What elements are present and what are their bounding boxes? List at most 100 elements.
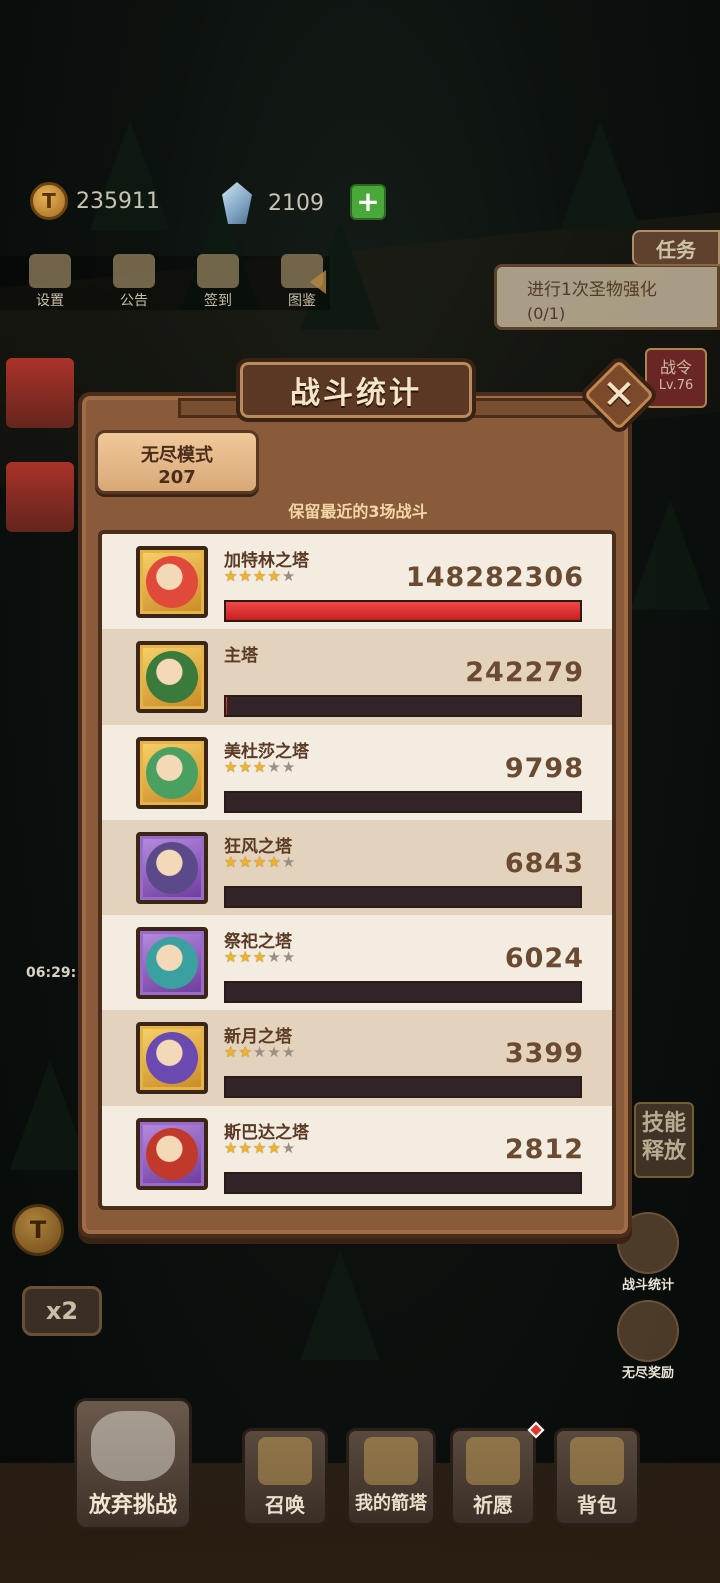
star-icon: ★ [267, 1138, 281, 1157]
checkin-label: 签到 [204, 293, 232, 309]
tower-damage-value: 3399 [504, 1038, 584, 1070]
gear-icon [29, 254, 71, 288]
coin-shop-icon[interactable]: T [12, 1204, 64, 1256]
star-icon: ★ [238, 1043, 252, 1062]
checkin-button[interactable]: 签到 [190, 254, 246, 310]
summon-label: 召唤 [265, 1493, 305, 1517]
star-icon: ★ [224, 852, 238, 871]
star-icon: ★ [281, 757, 296, 776]
star-icon: ★ [238, 757, 252, 776]
damage-bar [224, 885, 582, 908]
tower-damage-value: 2812 [504, 1133, 584, 1165]
star-icon: ★ [252, 948, 267, 967]
give-up-label: 放弃挑战 [88, 1493, 177, 1518]
my-towers-button[interactable]: 我的箭塔 [346, 1428, 436, 1526]
tower-damage-value: 148282306 [405, 562, 584, 593]
white-flag-icon [91, 1411, 175, 1481]
tower-row: 斯巴达之塔 ★ ★ ★ ★ ★ 2812 [102, 1105, 612, 1202]
tower-portrait-image [146, 556, 198, 608]
quill-icon [197, 254, 239, 288]
quest-text: 进行1次圣物强化 [527, 280, 657, 300]
close-icon[interactable]: ✕ [590, 366, 648, 424]
mode-wave: 207 [158, 467, 196, 488]
tower-damage-value: 9798 [504, 752, 584, 784]
tower-star-rating: ★ ★ ★ ★ ★ [224, 854, 295, 870]
announcement-label: 公告 [120, 293, 148, 309]
collapse-arrow-icon[interactable] [310, 270, 326, 294]
star-icon: ★ [281, 948, 296, 967]
coin-counter: T 235911 [30, 182, 160, 220]
damage-bar [224, 695, 582, 718]
tower-row: 祭祀之塔 ★ ★ ★ ★ ★ 6024 [102, 915, 612, 1011]
damage-bar [224, 1171, 582, 1194]
pray-button[interactable]: 祈愿 [450, 1428, 536, 1526]
tower-star-rating: ★ ★ ★ ★ ★ [224, 1140, 295, 1156]
give-up-button[interactable]: 放弃挑战 [74, 1398, 192, 1530]
quest-tab[interactable]: 任务 [632, 230, 720, 266]
bag-label: 背包 [577, 1493, 617, 1517]
endless-reward-button[interactable]: 无尽奖励 [612, 1300, 684, 1381]
tower-portrait-image [146, 937, 198, 990]
settings-button[interactable]: 设置 [22, 254, 78, 310]
star-icon: ★ [238, 567, 252, 585]
tower-star-rating: ★ ★ ★ ★ ★ [224, 568, 295, 584]
star-icon [466, 1437, 520, 1485]
tower-portrait-image [146, 651, 198, 704]
quest-panel[interactable]: 进行1次圣物强化 (0/1) [494, 264, 720, 330]
modal-title: 战斗统计 [290, 376, 422, 411]
tower-name: 主塔 [224, 646, 258, 667]
tower-portrait-image [146, 1032, 198, 1085]
damage-bar-fill [226, 602, 580, 620]
star-icon: ★ [267, 1043, 281, 1062]
star-icon: ★ [252, 567, 267, 585]
star-icon: ★ [252, 1138, 267, 1157]
add-gems-button[interactable]: + [350, 184, 386, 220]
pray-label: 祈愿 [473, 1493, 513, 1517]
tower-row: 狂风之塔 ★ ★ ★ ★ ★ 6843 [102, 819, 612, 916]
gem-icon [222, 182, 252, 224]
damage-bar [224, 981, 582, 1004]
scroll-icon [258, 1437, 312, 1485]
star-icon: ★ [281, 567, 296, 585]
my-towers-label: 我的箭塔 [355, 1493, 427, 1514]
tower-star-rating: ★ ★ ★ ★ ★ [224, 1044, 295, 1060]
star-icon: ★ [267, 948, 281, 967]
summon-button[interactable]: 召唤 [242, 1428, 328, 1526]
tower-row: 主塔 242279 [102, 629, 612, 725]
tower-star-rating: ★ ★ ★ ★ ★ [224, 759, 295, 775]
star-icon: ★ [252, 1043, 267, 1062]
star-icon: ★ [224, 1138, 238, 1157]
title-ribbon-right [470, 398, 600, 418]
battle-pass-level: Lv.76 [658, 378, 694, 393]
star-icon: ★ [224, 1043, 238, 1062]
damage-bar [224, 790, 582, 813]
settings-label: 设置 [36, 293, 64, 309]
wave-timer: 06:29: [26, 965, 77, 981]
star-icon: ★ [238, 1138, 252, 1157]
coin-icon: T [30, 182, 68, 220]
coin-amount: 235911 [76, 188, 160, 214]
bag-button[interactable]: 背包 [554, 1428, 640, 1526]
star-icon: ★ [252, 757, 267, 776]
tower-portrait [136, 1117, 208, 1190]
chest-icon [617, 1300, 679, 1362]
tower-portrait [136, 927, 208, 1000]
speed-toggle-button[interactable]: x2 [22, 1286, 102, 1336]
tower-portrait [136, 831, 208, 904]
codex-label: 图鉴 [288, 293, 316, 309]
tower-row: 美杜莎之塔 ★ ★ ★ ★ ★ 9798 [102, 724, 612, 820]
star-icon: ★ [267, 757, 281, 776]
mode-badge: 无尽模式 207 [95, 430, 259, 494]
star-icon: ★ [252, 852, 267, 871]
star-icon: ★ [281, 1043, 296, 1062]
quest-progress: (0/1) [527, 304, 566, 323]
damage-bar [224, 600, 582, 622]
tower-damage-value: 6843 [504, 847, 584, 879]
damage-bar-fill [226, 697, 227, 716]
tower-portrait-image [146, 1127, 198, 1180]
skill-release-button[interactable]: 技能释放 [634, 1102, 694, 1178]
hero-avatar [6, 358, 74, 428]
announcement-button[interactable]: 公告 [106, 254, 162, 310]
tower-damage-list: 加特林之塔 ★ ★ ★ ★ ★ 148282306 主塔 242279 美杜莎之塔 ★ ★ ★ ★ ★ 979… [98, 530, 616, 1210]
star-icon: ★ [281, 852, 296, 871]
